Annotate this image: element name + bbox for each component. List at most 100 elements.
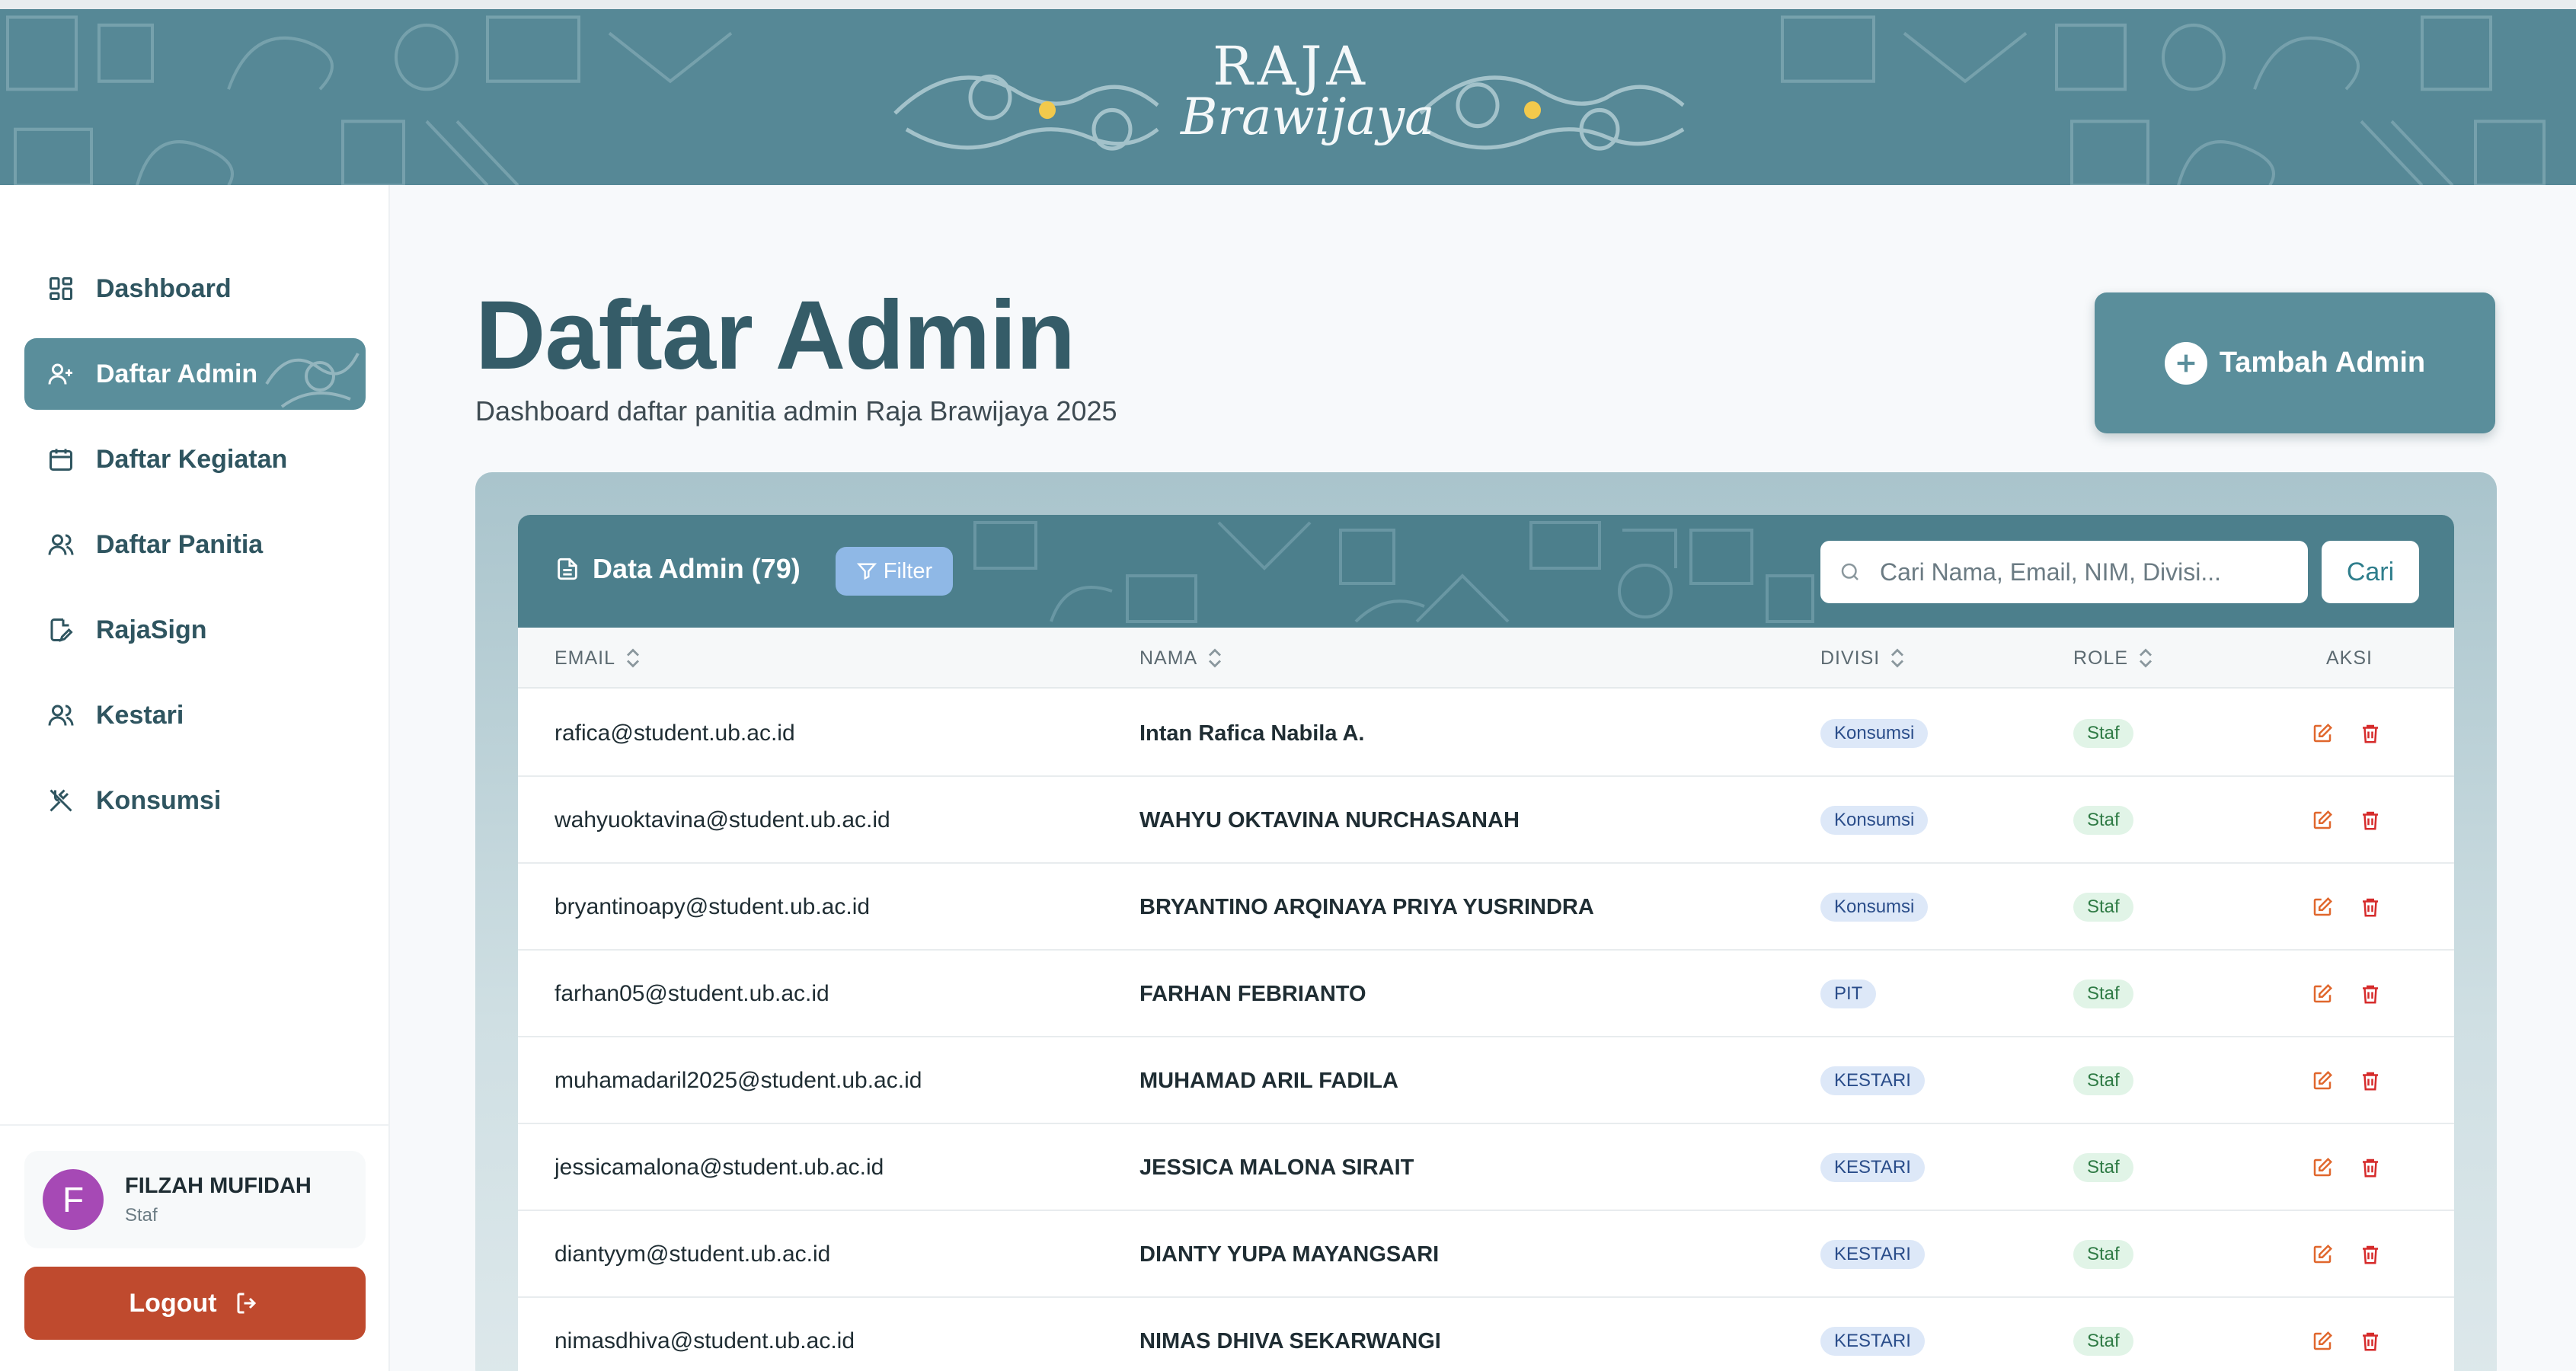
divisi-badge: Konsumsi: [1820, 719, 1929, 748]
delete-icon[interactable]: [2359, 1069, 2382, 1092]
sidebar-item-daftar-panitia[interactable]: Daftar Panitia: [24, 509, 366, 580]
sort-icon: [2140, 648, 2153, 668]
sidebar-item-label: Daftar Panitia: [96, 529, 264, 559]
nama-cell: FARHAN FEBRIANTO: [1139, 981, 1366, 1006]
edit-icon[interactable]: [2311, 1156, 2334, 1179]
column-header-label: DIVISI: [1820, 647, 1881, 669]
divisi-badge: KESTARI: [1820, 1066, 1925, 1095]
edit-icon[interactable]: [2311, 1243, 2334, 1266]
user-plus-icon: [48, 363, 72, 385]
column-header-email[interactable]: EMAIL: [555, 628, 641, 689]
table-row: farhan05@student.ub.ac.id FARHAN FEBRIAN…: [518, 951, 2454, 1037]
table-title-text: Data Admin (79): [593, 553, 801, 584]
divisi-cell: KESTARI: [1820, 1211, 1925, 1298]
table-row: bryantinoapy@student.ub.ac.id BRYANTINO …: [518, 864, 2454, 951]
column-header-label: ROLE: [2073, 647, 2129, 669]
delete-icon[interactable]: [2359, 722, 2382, 745]
sidebar-item-label: Kestari: [96, 700, 184, 730]
sidebar-item-label: Daftar Admin: [96, 359, 258, 388]
main-content: Daftar Admin Dashboard daftar panitia ad…: [390, 185, 2576, 1371]
role-badge: Staf: [2073, 1066, 2133, 1095]
actions-cell: [2311, 1124, 2407, 1211]
edit-icon[interactable]: [2311, 1330, 2334, 1353]
search-icon: [1841, 563, 1858, 580]
logout-button[interactable]: Logout: [24, 1267, 366, 1340]
table-head: EMAIL NAMA DIVISI ROLE AKSI: [518, 628, 2454, 689]
column-header-divisi[interactable]: DIVISI: [1820, 628, 1906, 689]
sort-icon: [1209, 648, 1222, 668]
actions-cell: [2311, 1211, 2407, 1298]
divisi-badge: PIT: [1820, 980, 1877, 1008]
filter-icon: [856, 563, 877, 580]
edit-icon[interactable]: [2311, 1069, 2334, 1092]
page-title: Daftar Admin: [475, 281, 1075, 390]
sidebar-item-dashboard[interactable]: Dashboard: [24, 253, 366, 324]
divisi-badge: KESTARI: [1820, 1240, 1925, 1269]
sidebar-item-rajasign[interactable]: RajaSign: [24, 594, 366, 666]
delete-icon[interactable]: [2359, 1243, 2382, 1266]
column-header-label: AKSI: [2326, 647, 2373, 669]
table-row: muhamadaril2025@student.ub.ac.id MUHAMAD…: [518, 1037, 2454, 1124]
actions-cell: [2311, 690, 2407, 777]
delete-icon[interactable]: [2359, 1330, 2382, 1353]
divisi-cell: Konsumsi: [1820, 777, 1929, 864]
edit-icon[interactable]: [2311, 809, 2334, 832]
nama-cell: MUHAMAD ARIL FADILA: [1139, 1068, 1398, 1093]
brand-logo: RAJA Brawijaya: [1181, 35, 1435, 146]
email-cell: bryantinoapy@student.ub.ac.id: [555, 894, 871, 919]
search-input[interactable]: [1880, 558, 2291, 586]
table-row: nimasdhiva@student.ub.ac.id NIMAS DHIVA …: [518, 1298, 2454, 1371]
role-cell: Staf: [2073, 777, 2133, 864]
users-icon: [48, 705, 74, 726]
nama-cell: NIMAS DHIVA SEKARWANGI: [1139, 1328, 1441, 1353]
delete-icon[interactable]: [2359, 1156, 2382, 1179]
filter-button[interactable]: Filter: [836, 547, 953, 596]
add-admin-label: Tambah Admin: [2219, 347, 2426, 379]
divisi-badge: KESTARI: [1820, 1153, 1925, 1182]
role-cell: Staf: [2073, 1211, 2133, 1298]
sidebar-item-konsumsi[interactable]: Konsumsi: [24, 765, 366, 836]
email-cell: nimasdhiva@student.ub.ac.id: [555, 1328, 855, 1353]
divisi-badge: Konsumsi: [1820, 806, 1929, 835]
actions-cell: [2311, 951, 2407, 1037]
role-badge: Staf: [2073, 719, 2133, 748]
search-field[interactable]: [1820, 541, 2308, 603]
brand-logo-top: RAJA: [1213, 35, 1369, 97]
column-header-nama[interactable]: NAMA: [1139, 628, 1223, 689]
brand-logo-bottom: Brawijaya: [1181, 88, 1435, 146]
sidebar-item-daftar-admin[interactable]: Daftar Admin: [24, 338, 366, 410]
search-button[interactable]: Cari: [2322, 541, 2419, 603]
user-role: Staf: [125, 1204, 158, 1226]
edit-icon[interactable]: [2311, 722, 2334, 745]
logout-label: Logout: [129, 1288, 217, 1318]
signature-document-icon: [50, 618, 73, 642]
add-admin-button[interactable]: Tambah Admin: [2095, 292, 2495, 433]
delete-icon[interactable]: [2359, 896, 2382, 919]
sidebar: Dashboard Daftar Admin Daftar Kegiatan D…: [0, 185, 390, 1371]
delete-icon[interactable]: [2359, 983, 2382, 1005]
sidebar-item-daftar-kegiatan[interactable]: Daftar Kegiatan: [24, 423, 366, 495]
user-name: FILZAH MUFIDAH: [125, 1173, 312, 1198]
divisi-cell: KESTARI: [1820, 1298, 1925, 1371]
sidebar-item-kestari[interactable]: Kestari: [24, 679, 366, 751]
sidebar-item-label: Dashboard: [96, 273, 232, 303]
role-badge: Staf: [2073, 1240, 2133, 1269]
divisi-badge: KESTARI: [1820, 1327, 1925, 1356]
edit-icon[interactable]: [2311, 896, 2334, 919]
actions-cell: [2311, 1037, 2407, 1124]
role-cell: Staf: [2073, 1037, 2133, 1124]
column-header-role[interactable]: ROLE: [2073, 628, 2154, 689]
divisi-cell: Konsumsi: [1820, 690, 1929, 777]
calendar-icon: [50, 449, 72, 471]
nama-cell: JESSICA MALONA SIRAIT: [1139, 1155, 1414, 1180]
delete-icon[interactable]: [2359, 809, 2382, 832]
sidebar-divider: [0, 1124, 390, 1126]
role-cell: Staf: [2073, 1124, 2133, 1211]
edit-icon[interactable]: [2311, 983, 2334, 1005]
user-profile-card: F FILZAH MUFIDAH Staf: [24, 1151, 366, 1248]
divisi-cell: KESTARI: [1820, 1037, 1925, 1124]
role-badge: Staf: [2073, 980, 2133, 1008]
divisi-cell: PIT: [1820, 951, 1877, 1037]
table-row: diantyym@student.ub.ac.id DIANTY YUPA MA…: [518, 1211, 2454, 1298]
sidebar-item-label: Konsumsi: [96, 785, 222, 815]
